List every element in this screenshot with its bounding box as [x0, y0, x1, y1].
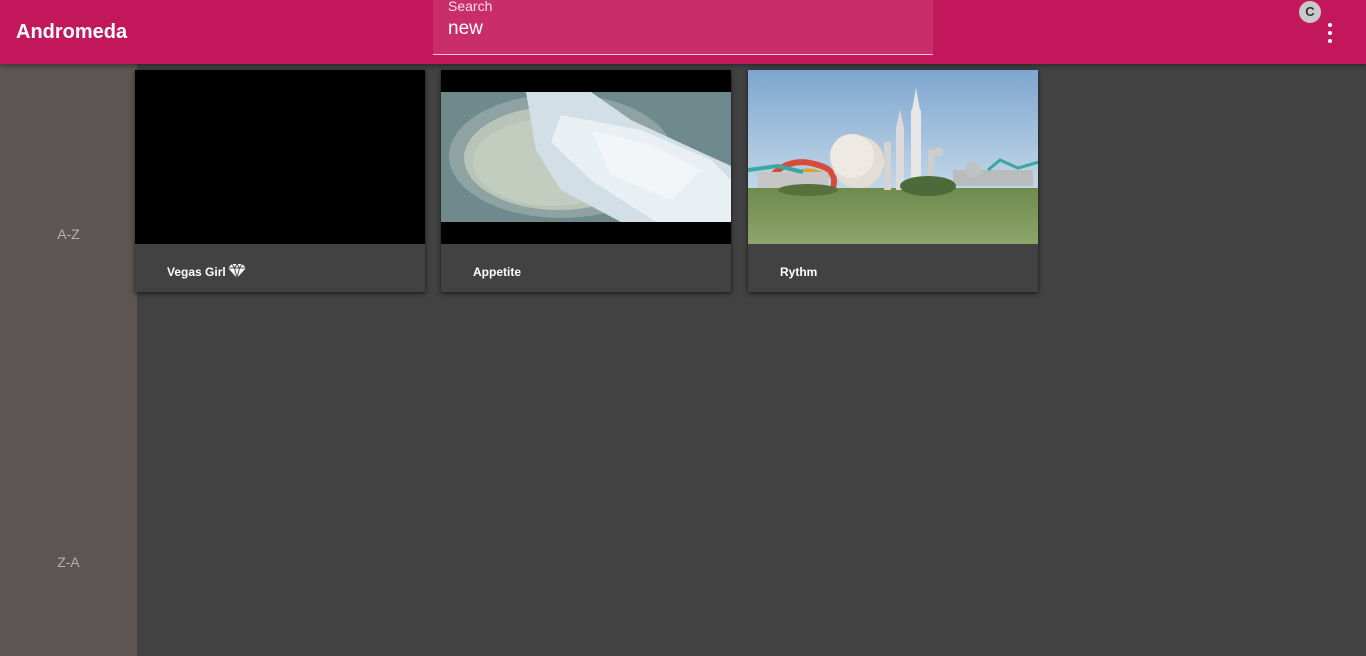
sort-a-z[interactable]: A-Z [0, 226, 137, 242]
card-title: Vegas Girl [167, 265, 226, 279]
sort-sidebar: A-Z Z-A [0, 64, 137, 656]
video-card[interactable]: Rythm [748, 70, 1038, 292]
app-title: Andromeda [16, 21, 128, 43]
search-field[interactable]: Search [433, 0, 933, 55]
search-label: Search [448, 0, 493, 14]
video-thumbnail[interactable] [135, 70, 425, 244]
sort-z-a[interactable]: Z-A [0, 554, 137, 570]
card-title: Appetite [473, 265, 521, 279]
video-thumbnail[interactable] [748, 70, 1038, 244]
search-input[interactable] [448, 16, 908, 42]
video-card[interactable]: Appetite [441, 70, 731, 292]
video-thumbnail[interactable] [441, 70, 731, 244]
video-card[interactable]: Vegas Girl [135, 70, 425, 292]
diamond-icon [228, 263, 246, 279]
card-title: Rythm [780, 265, 818, 279]
app-bar: Andromeda Search C [0, 0, 1366, 64]
more-vert-icon[interactable] [1318, 20, 1342, 46]
